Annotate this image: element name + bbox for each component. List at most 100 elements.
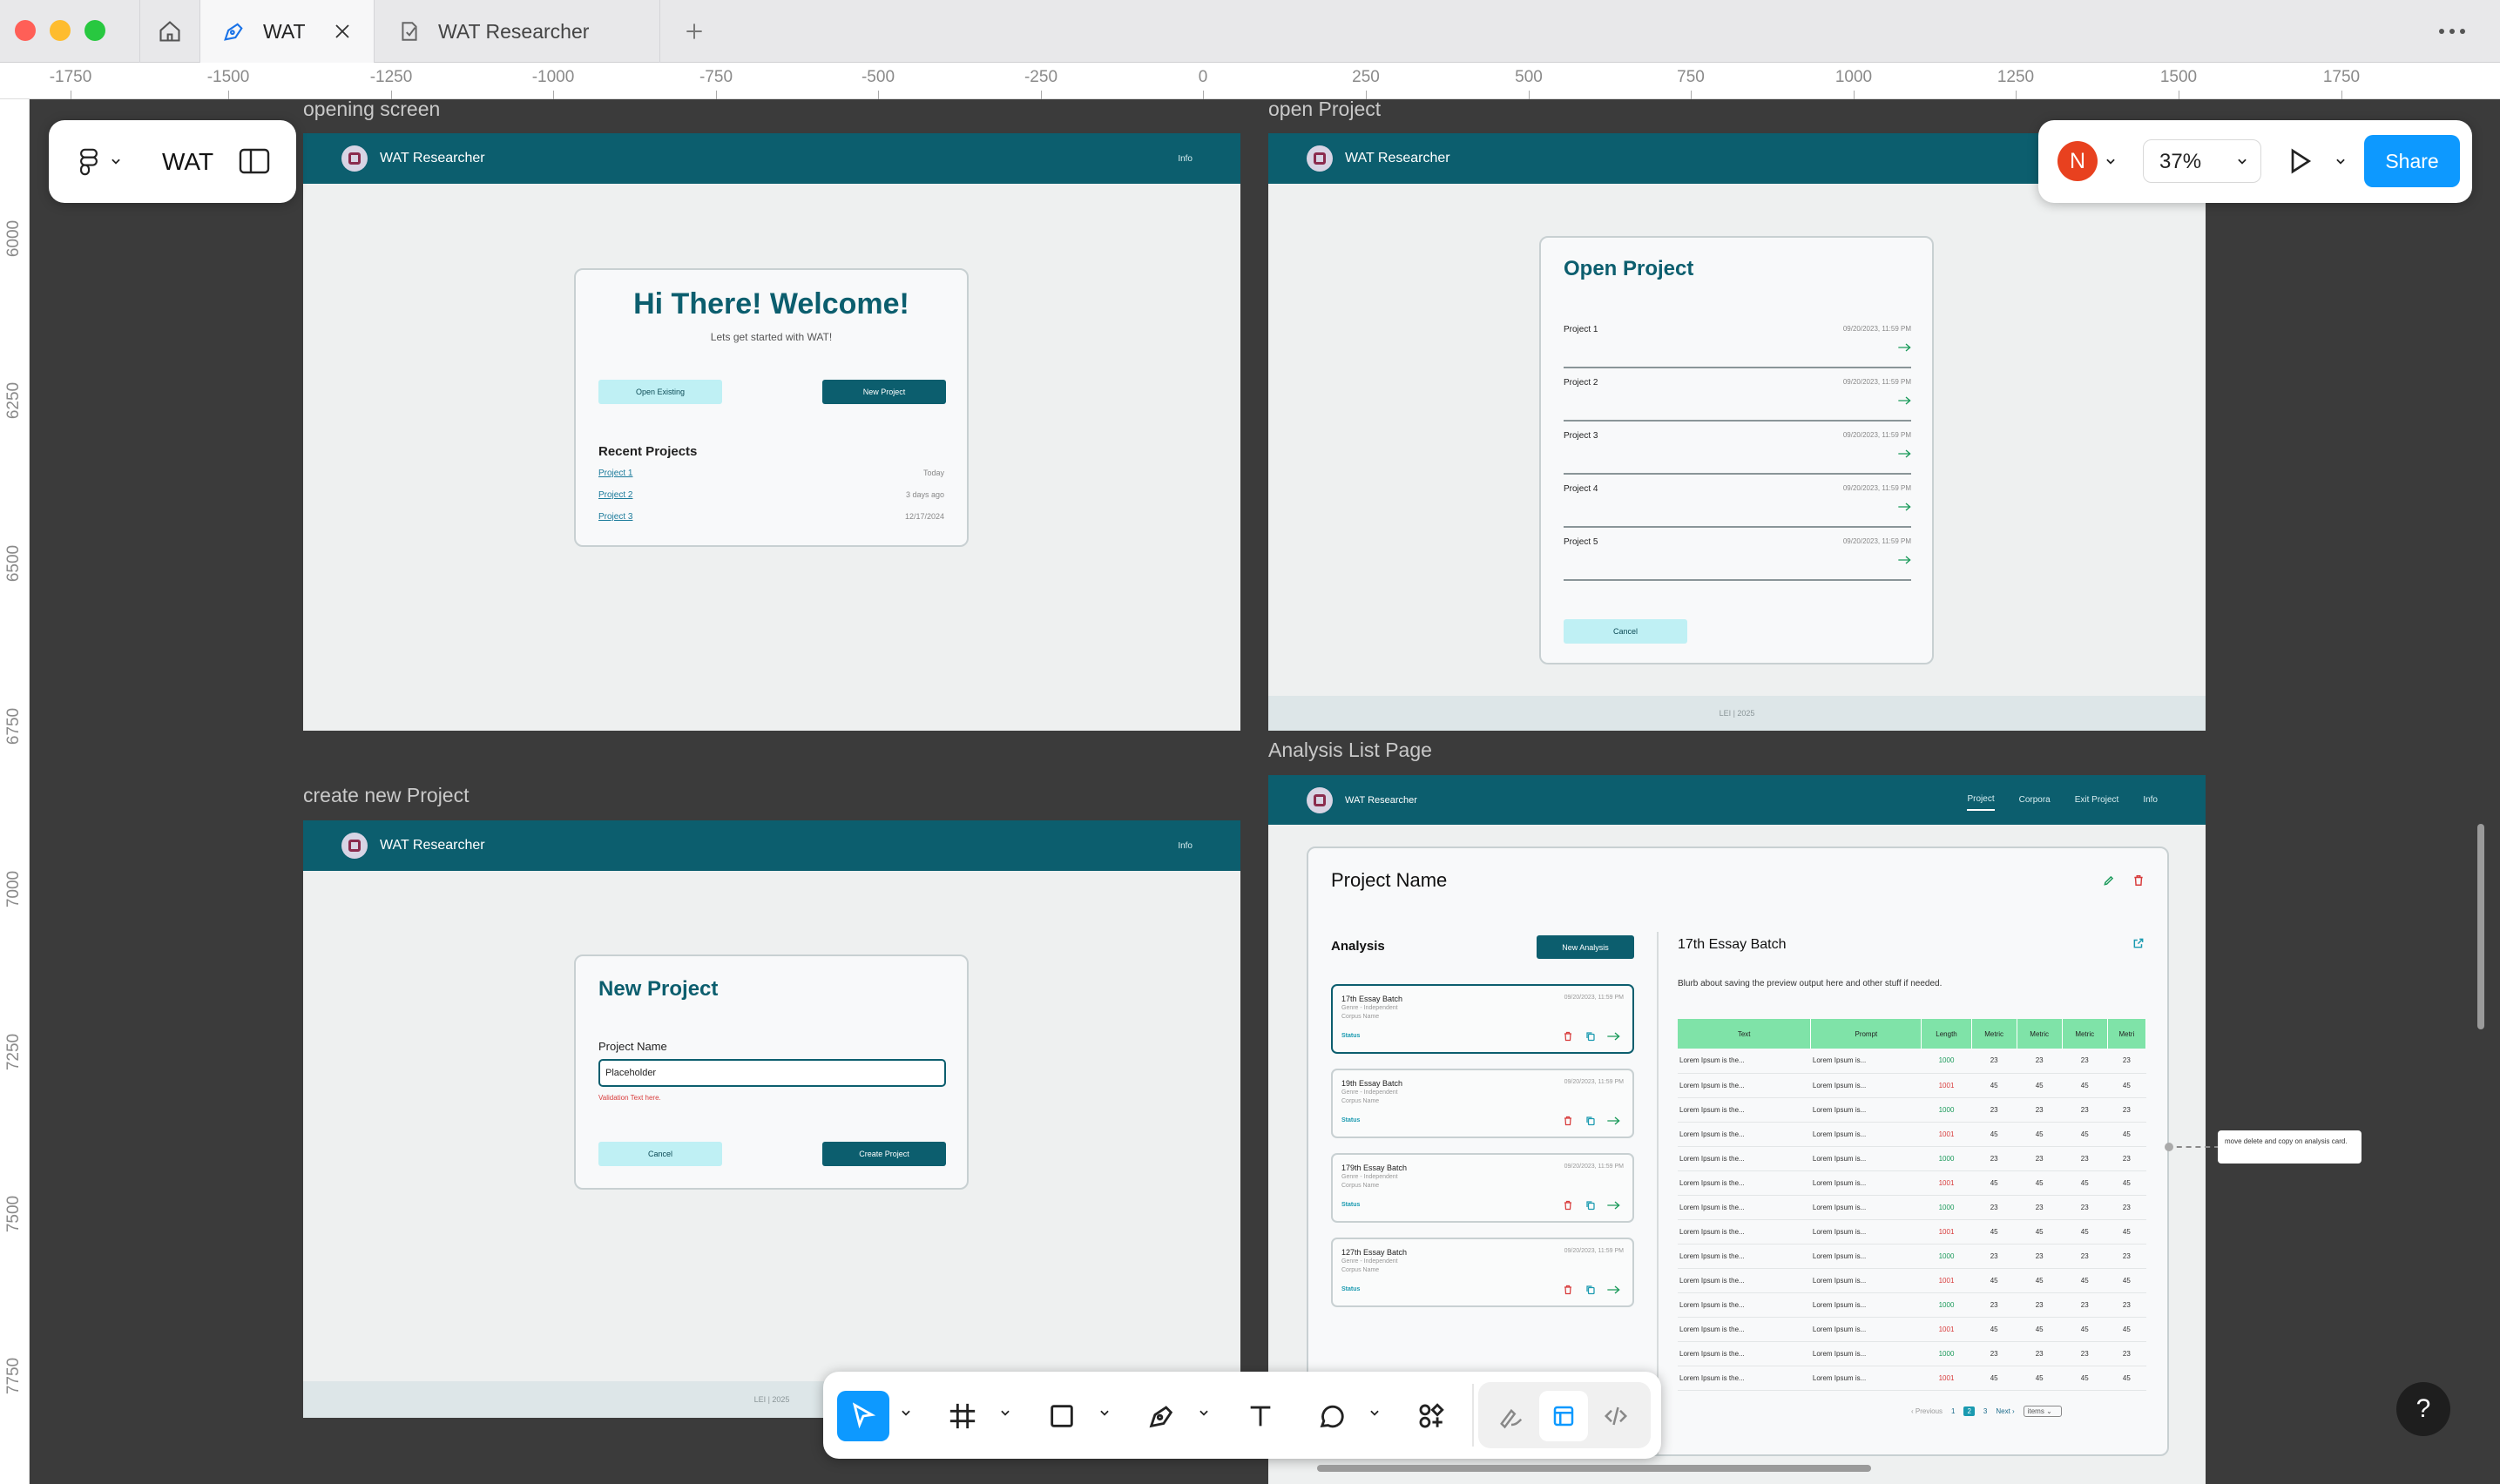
table-header[interactable]: Length: [1921, 1019, 1972, 1049]
text-tool-icon[interactable]: [1234, 1391, 1287, 1441]
page-number[interactable]: 3: [1983, 1407, 1987, 1415]
cancel-button[interactable]: Cancel: [598, 1142, 722, 1166]
project-name-input[interactable]: Placeholder: [598, 1059, 946, 1087]
close-tab-icon[interactable]: [332, 21, 353, 42]
edit-icon[interactable]: [2103, 874, 2115, 887]
delete-icon[interactable]: [1563, 1031, 1573, 1042]
file-name[interactable]: WAT: [162, 148, 213, 176]
project-row[interactable]: Project 4 09/20/2023, 11:59 PM: [1564, 484, 1911, 528]
draw-mode-icon[interactable]: [1487, 1391, 1536, 1441]
table-row[interactable]: Lorem Ipsum is the... Lorem Ipsum is... 10…: [1678, 1195, 2146, 1219]
new-analysis-button[interactable]: New Analysis: [1537, 935, 1634, 959]
copy-icon[interactable]: [1585, 1031, 1596, 1042]
avatar[interactable]: N: [2057, 141, 2098, 181]
table-row[interactable]: Lorem Ipsum is the... Lorem Ipsum is... 10…: [1678, 1244, 2146, 1268]
recent-project-link[interactable]: Project 3: [598, 512, 632, 522]
table-header[interactable]: Prompt: [1810, 1019, 1922, 1049]
figma-logo-icon[interactable]: [78, 148, 99, 176]
frame-opening-screen[interactable]: WAT Researcher Info Hi There! Welcome! L…: [303, 133, 1240, 731]
chevron-down-icon[interactable]: [1198, 1406, 1212, 1420]
table-row[interactable]: Lorem Ipsum is the... Lorem Ipsum is... 10…: [1678, 1073, 2146, 1097]
nav-link-info[interactable]: Info: [2143, 790, 2158, 810]
vertical-scrollbar[interactable]: [2477, 824, 2484, 1029]
copy-icon[interactable]: [1585, 1285, 1596, 1295]
home-icon[interactable]: [139, 0, 200, 63]
delete-icon[interactable]: [1563, 1200, 1573, 1211]
new-project-button[interactable]: New Project: [822, 380, 946, 404]
tab-wat[interactable]: WAT: [200, 0, 375, 63]
table-header[interactable]: Metric: [1971, 1019, 2017, 1049]
frame-create-project[interactable]: WAT Researcher Info New Project Project …: [303, 820, 1240, 1418]
tab-wat-researcher[interactable]: WAT Researcher: [375, 0, 660, 63]
items-per-page-select[interactable]: items ⌄: [2023, 1405, 2062, 1417]
table-row[interactable]: Lorem Ipsum is the... Lorem Ipsum is... 10…: [1678, 1122, 2146, 1146]
create-project-button[interactable]: Create Project: [822, 1142, 946, 1166]
analysis-card[interactable]: 127th Essay Batch 09/20/2023, 11:59 PM G…: [1331, 1238, 1634, 1307]
table-header[interactable]: Metri: [2107, 1019, 2147, 1049]
frame-label-opening[interactable]: opening screen: [303, 98, 440, 121]
pen-tool-icon[interactable]: [1135, 1391, 1187, 1441]
present-play-icon[interactable]: [2286, 146, 2314, 176]
table-header[interactable]: Metric: [2062, 1019, 2108, 1049]
arrow-right-icon[interactable]: [1606, 1031, 1620, 1042]
frame-label-create[interactable]: create new Project: [303, 784, 469, 807]
chevron-down-icon[interactable]: [900, 1406, 914, 1420]
project-row[interactable]: Project 2 09/20/2023, 11:59 PM: [1564, 378, 1911, 422]
arrow-right-icon[interactable]: [1897, 449, 1911, 459]
table-row[interactable]: Lorem Ipsum is the... Lorem Ipsum is... 10…: [1678, 1170, 2146, 1195]
delete-icon[interactable]: [1563, 1116, 1573, 1126]
table-row[interactable]: Lorem Ipsum is the... Lorem Ipsum is... 10…: [1678, 1317, 2146, 1341]
chevron-down-icon[interactable]: [110, 155, 122, 167]
arrow-right-icon[interactable]: [1606, 1200, 1620, 1211]
table-header[interactable]: Metric: [2017, 1019, 2063, 1049]
delete-icon[interactable]: [1563, 1285, 1573, 1295]
annotation-note[interactable]: move delete and copy on analysis card.: [2218, 1130, 2361, 1164]
arrow-right-icon[interactable]: [1606, 1285, 1620, 1295]
arrow-right-icon[interactable]: [1897, 555, 1911, 565]
table-row[interactable]: Lorem Ipsum is the... Lorem Ipsum is... 10…: [1678, 1341, 2146, 1366]
frame-open-project[interactable]: WAT Researcher Open Project Project 1 09…: [1268, 133, 2206, 731]
analysis-card[interactable]: 17th Essay Batch 09/20/2023, 11:59 PM Ge…: [1331, 984, 1634, 1054]
project-row[interactable]: Project 3 09/20/2023, 11:59 PM: [1564, 431, 1911, 475]
table-row[interactable]: Lorem Ipsum is the... Lorem Ipsum is... 10…: [1678, 1146, 2146, 1170]
chevron-down-icon[interactable]: [1098, 1406, 1112, 1420]
cancel-button[interactable]: Cancel: [1564, 619, 1687, 644]
actions-tool-icon[interactable]: [1405, 1391, 1457, 1441]
previous-page-link[interactable]: ‹ Previous: [1911, 1407, 1943, 1415]
chevron-down-icon[interactable]: [2334, 155, 2347, 167]
rectangle-tool-icon[interactable]: [1036, 1391, 1088, 1441]
frame-label-analysis[interactable]: Analysis List Page: [1268, 739, 1432, 762]
arrow-right-icon[interactable]: [1897, 502, 1911, 512]
dev-mode-icon[interactable]: [1591, 1391, 1640, 1441]
close-window-button[interactable]: [15, 20, 36, 41]
new-tab-icon[interactable]: [671, 16, 718, 47]
share-button[interactable]: Share: [2364, 135, 2460, 187]
horizontal-scrollbar[interactable]: [1317, 1465, 1871, 1472]
info-link[interactable]: Info: [1178, 154, 1193, 164]
delete-icon[interactable]: [2132, 874, 2145, 887]
minimize-window-button[interactable]: [50, 20, 71, 41]
table-row[interactable]: Lorem Ipsum is the... Lorem Ipsum is... 10…: [1678, 1292, 2146, 1317]
design-mode-icon[interactable]: [1539, 1391, 1588, 1441]
table-row[interactable]: Lorem Ipsum is the... Lorem Ipsum is... 10…: [1678, 1268, 2146, 1292]
nav-link-project[interactable]: Project: [1967, 789, 1995, 811]
page-number[interactable]: 2: [1963, 1406, 1975, 1416]
page-number[interactable]: 1: [1951, 1407, 1955, 1415]
frame-tool-icon[interactable]: [936, 1391, 989, 1441]
info-link[interactable]: Info: [1178, 841, 1193, 851]
copy-icon[interactable]: [1585, 1116, 1596, 1126]
arrow-right-icon[interactable]: [1897, 395, 1911, 406]
recent-project-link[interactable]: Project 1: [598, 469, 632, 478]
move-tool-icon[interactable]: [837, 1391, 889, 1441]
more-options-icon[interactable]: [2430, 19, 2474, 44]
sidebar-toggle-icon[interactable]: [239, 148, 270, 174]
chevron-down-icon[interactable]: [999, 1406, 1013, 1420]
zoom-select[interactable]: 37%: [2143, 139, 2261, 183]
maximize-window-button[interactable]: [84, 20, 105, 41]
copy-icon[interactable]: [1585, 1200, 1596, 1211]
arrow-right-icon[interactable]: [1606, 1116, 1620, 1126]
table-row[interactable]: Lorem Ipsum is the... Lorem Ipsum is... 10…: [1678, 1366, 2146, 1390]
table-header[interactable]: Text: [1678, 1019, 1812, 1049]
table-row[interactable]: Lorem Ipsum is the... Lorem Ipsum is... 10…: [1678, 1049, 2146, 1073]
project-row[interactable]: Project 5 09/20/2023, 11:59 PM: [1564, 537, 1911, 581]
